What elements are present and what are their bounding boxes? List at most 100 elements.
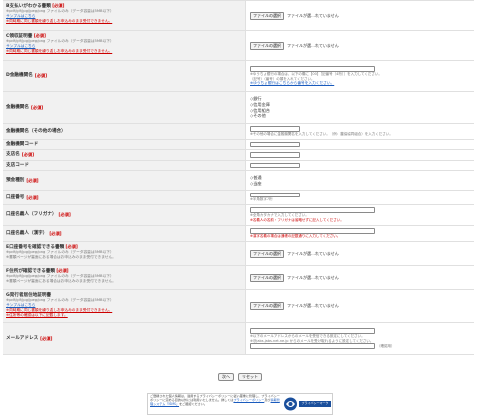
required-badge: [必須] <box>58 212 71 218</box>
row-label-cell: 口座名義人（フリガナ） [必須] <box>3 205 246 225</box>
row-bank-code: 金融機関コード <box>3 140 474 150</box>
warning-note: ※住所等の確認は以下に記載します。 <box>6 312 68 317</box>
row-label-cell: 口座名義人（漢字） [必須] <box>3 226 246 241</box>
row-label-cell: C領収証明書 [必須] ※pdf/gif/jpg/jpeg/png ファイルのみ… <box>3 31 246 60</box>
row-value-cell: ファイルの選択 ファイルが選…れていません <box>246 266 474 289</box>
file-upload: ファイルの選択 ファイルが選…れていません <box>250 273 470 282</box>
field-label: 支店コード <box>6 162 29 168</box>
field-label: 金融機関コード <box>6 141 39 147</box>
row-value-cell <box>246 140 474 149</box>
required-badge: [必須] <box>26 177 39 183</box>
privacy-mark-icon <box>284 397 297 411</box>
email-confirm-input[interactable] <box>250 343 375 350</box>
privacy-text-tail: をご確認ください。 <box>179 401 207 406</box>
form-buttons: 次へ リセット <box>0 373 480 381</box>
reset-button[interactable]: リセット <box>238 373 262 381</box>
file-select-button[interactable]: ファイルの選択 <box>250 11 284 20</box>
row-value-cell: ファイルの選択 ファイルが選…れていません <box>246 31 474 60</box>
row-payment-document: B支払いがわかる書類 [必須] ※pdf/gif/jpg/jpeg/png ファ… <box>3 1 474 31</box>
warning-note: ※同時期に同じ書類を繰り返しお申込みのまま受付できません。 <box>6 18 113 23</box>
file-status: ファイルが選…れていません <box>287 250 339 256</box>
row-label-cell: 金融機関名 [必須] <box>3 92 246 123</box>
file-status: ファイルが選…れていません <box>287 42 339 48</box>
row-value-cell: ※半角数字7桁 <box>246 191 474 204</box>
row-label-cell: 支店名 [必須] <box>3 150 246 160</box>
row-account-number: 口座番号 [必須] ※半角数字7桁 <box>3 191 474 205</box>
row-label-cell: 支店コード <box>3 161 246 170</box>
required-badge: [必須] <box>33 33 46 38</box>
field-label: D金融機関名 <box>6 73 33 79</box>
row-value-cell <box>246 161 474 170</box>
row-label-cell: G発行者居住地証明書 ※pdf/gif/jpg/jpeg/png ファイルのみ（… <box>3 290 246 322</box>
row-account-document: E口座番号を確認できる書類 [必須] ※pdf/gif/jpg/jpeg/png… <box>3 242 474 266</box>
row-label-cell: 口座番号 [必須] <box>3 191 246 204</box>
document-note: ※書類ページが裏面にある場合はお申込みのまま受付できません。 <box>6 279 116 284</box>
row-address-document: F住所が確認できる書類 [必須] ※pdf/gif/jpg/jpeg/png フ… <box>3 266 474 290</box>
row-label-cell: B支払いがわかる書類 [必須] ※pdf/gif/jpg/jpeg/png ファ… <box>3 1 246 30</box>
field-label: 支店名 <box>6 152 20 158</box>
field-label: 金融機関名（その他の場合） <box>6 128 66 134</box>
row-value-cell: ファイルの選択 ファイルが選…れていません <box>246 242 474 265</box>
yucho-link[interactable]: ※ゆうちょ銀行はこちらから番号を入力ください。 <box>250 81 470 86</box>
account-number-note: ※半角数字7桁 <box>250 197 273 202</box>
required-badge: [必須] <box>52 3 65 8</box>
branch-code-input[interactable] <box>250 163 300 168</box>
row-branch-code: 支店コード <box>3 161 474 171</box>
row-email: メールアドレス [必須] ※以下のメールアドレスからのメールを受信できる設定にし… <box>3 323 474 355</box>
file-status: ファイルが選…れていません <box>287 303 339 308</box>
required-badge: [必須] <box>49 230 62 236</box>
file-upload: ファイルの選択 ファイルが選…れていません <box>250 302 470 310</box>
row-value-cell: ※以下のメールアドレスからのメールを受信できる設定にしてください。 ※@jabs… <box>246 323 474 354</box>
row-deposit-type: 預金種別 [必須] ◇普通 ◇当座 <box>3 171 474 191</box>
holder-kanji-warning: ※漢字名義の場合は通帳の記載通りに入力してください。 <box>250 234 341 239</box>
required-badge: [必須] <box>56 268 69 273</box>
file-status: ファイルが選…れていません <box>287 274 339 280</box>
bank-code-input[interactable] <box>250 142 300 147</box>
row-label-cell: 金融機関コード <box>3 140 246 149</box>
row-residence-certificate: G発行者居住地証明書 ※pdf/gif/jpg/jpeg/png ファイルのみ（… <box>3 290 474 323</box>
privacy-text: ご登録された個人情報は、適用するプライバシーポリシーに従い厳重に管理し、プライバ… <box>148 394 282 414</box>
row-value-cell: ◇銀行 ◇信用金庫 ◇信用組合 ◇その他 <box>246 92 474 123</box>
radio-other[interactable]: ◇その他 <box>250 113 470 119</box>
row-value-cell <box>246 150 474 160</box>
required-badge: [必須] <box>65 244 78 249</box>
row-value-cell: ※ゆうちょ銀行の場合は、以下の欄に【00】［記番号（4桁）］を入力してください。… <box>246 61 474 91</box>
privacy-mark-label: プライバシーマーク <box>299 401 331 407</box>
branch-name-input[interactable] <box>250 152 300 158</box>
row-label-cell: E口座番号を確認できる書類 [必須] ※pdf/gif/jpg/jpeg/png… <box>3 242 246 265</box>
field-label: 口座番号 <box>6 194 25 200</box>
required-badge: [必須] <box>40 335 53 341</box>
file-select-button[interactable]: ファイルの選択 <box>250 41 284 50</box>
row-value-cell: ◇普通 ◇当座 <box>246 171 474 190</box>
application-form: B支払いがわかる書類 [必須] ※pdf/gif/jpg/jpeg/png ファ… <box>3 0 474 355</box>
email-confirm-group: （確認用） <box>250 343 470 350</box>
field-label: 預金種別 <box>6 177 25 183</box>
required-badge: [必須] <box>30 104 44 110</box>
row-value-cell: ※全角カタカナで入力してください。 ※名義人の名前・フリガナは省略せずに記入して… <box>246 205 474 225</box>
next-button[interactable]: 次へ <box>218 373 234 381</box>
row-value-cell: ※その他の場合に金融機関名を入力してください。（例：農協協同組合）を入力ください… <box>246 124 474 139</box>
field-label: 口座名義人（フリガナ） <box>6 212 57 218</box>
privacy-mark-badge[interactable]: プライバシーマーク <box>282 394 332 414</box>
file-select-button[interactable]: ファイルの選択 <box>250 302 284 310</box>
file-status: ファイルが選…れていません <box>287 12 339 18</box>
file-upload: ファイルの選択 ファイルが選…れていません <box>250 11 470 20</box>
row-value-cell: ファイルの選択 ファイルが選…れていません <box>246 1 474 30</box>
holder-kana-warning: ※名義人の名前・フリガナは省略せずに記入してください。 <box>250 218 344 222</box>
privacy-policy-link[interactable]: プライバシーポリシー <box>233 398 264 402</box>
row-value-cell: ファイルの選択 ファイルが選…れていません <box>246 290 474 322</box>
required-badge: [必須] <box>21 152 34 158</box>
row-bank-type: 金融機関名 [必須] ◇銀行 ◇信用金庫 ◇信用組合 ◇その他 <box>3 92 474 124</box>
file-select-button[interactable]: ファイルの選択 <box>250 249 284 258</box>
required-badge: [必須] <box>26 194 39 200</box>
file-select-button[interactable]: ファイルの選択 <box>250 273 284 282</box>
row-holder-kana: 口座名義人（フリガナ） [必須] ※全角カタカナで入力してください。 ※名義人の… <box>3 205 474 226</box>
row-holder-kanji: 口座名義人（漢字） [必須] ※漢字名義の場合は通帳の記載通りに入力してください… <box>3 226 474 242</box>
radio-current[interactable]: ◇当座 <box>250 181 470 187</box>
row-bank-other: 金融機関名（その他の場合） ※その他の場合に金融機関名を入力してください。（例：… <box>3 124 474 140</box>
row-bank-name-header: D金融機関名 [必須] ※ゆうちょ銀行の場合は、以下の欄に【00】［記番号（4桁… <box>3 61 474 92</box>
document-note: ※書類ページが裏面にある場合はお申込みのまま受付できません。 <box>6 255 116 260</box>
privacy-footer: ご登録された個人情報は、適用するプライバシーポリシーに従い厳重に管理し、プライバ… <box>147 393 333 415</box>
row-value-cell: ※漢字名義の場合は通帳の記載通りに入力してください。 <box>246 226 474 241</box>
required-badge: [必須] <box>34 73 47 79</box>
